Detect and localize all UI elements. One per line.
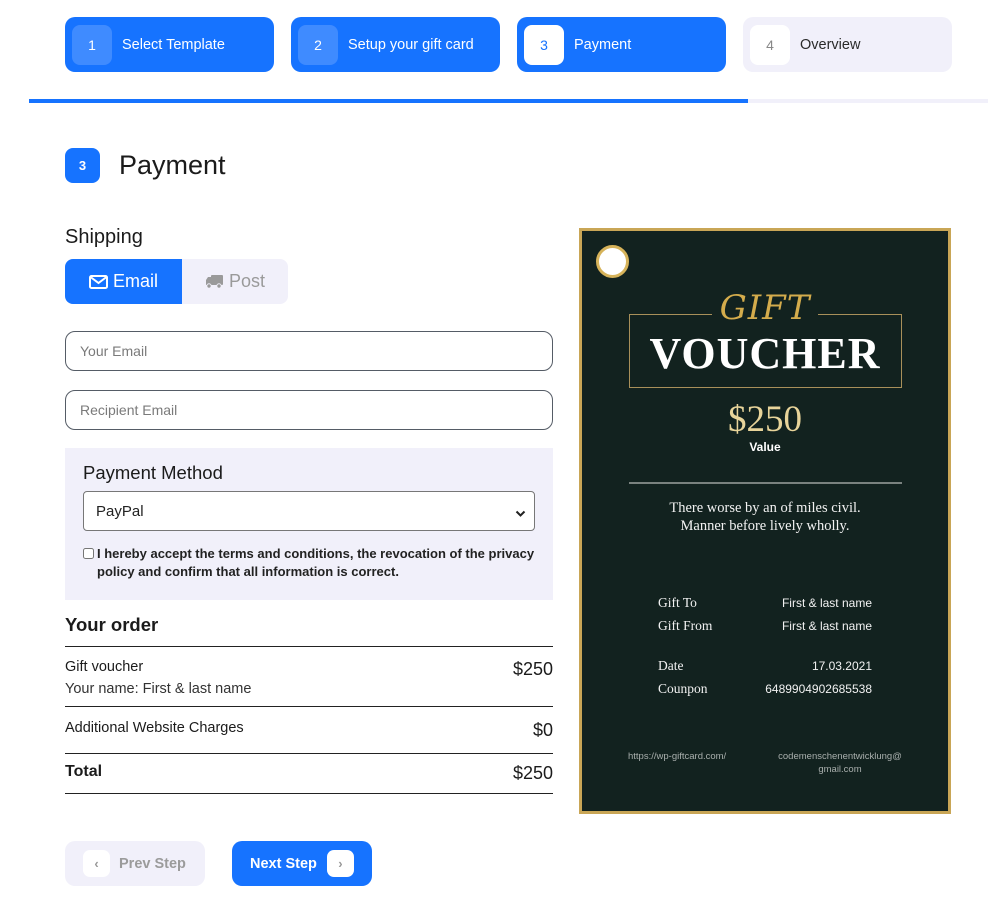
step-payment[interactable]: 3 Payment — [517, 17, 726, 72]
order-row: Additional Website Charges $0 — [65, 707, 553, 754]
tag-hole-icon — [596, 245, 629, 278]
voucher-divider — [629, 482, 902, 484]
section-number-badge: 3 — [65, 148, 100, 183]
payment-method-value: PayPal — [83, 491, 535, 531]
recipient-email-input[interactable] — [65, 390, 553, 430]
order-row: Gift voucher Your name: First & last nam… — [65, 647, 553, 707]
voucher-email: codemenschenentwicklung@ gmail.com — [778, 751, 902, 775]
voucher-gift-to-row: Gift To First & last name — [658, 594, 872, 610]
step-label: Setup your gift card — [348, 36, 474, 53]
step-setup-gift-card[interactable]: 2 Setup your gift card — [291, 17, 500, 72]
payment-method-select[interactable]: PayPal — [83, 491, 535, 531]
order-item-name: Additional Website Charges — [65, 720, 244, 736]
voucher-title: VOUCHER — [649, 329, 881, 378]
order-item-name: Gift voucher — [65, 659, 144, 675]
chevron-down-icon — [515, 505, 526, 523]
shipping-post-label: Post — [228, 271, 266, 291]
shipping-post-button[interactable]: Post — [182, 259, 288, 304]
step-number: 3 — [524, 24, 564, 65]
envelope-icon — [88, 274, 108, 289]
next-step-button[interactable]: Next Step › — [232, 841, 372, 886]
step-label: Payment — [574, 36, 632, 53]
order-total-row: Total $250 — [65, 754, 553, 794]
prev-step-button[interactable]: ‹ Prev Step — [65, 841, 205, 886]
terms-checkbox[interactable] — [83, 548, 94, 559]
step-navigation: ‹ Prev Step Next Step › — [65, 841, 372, 886]
stepper: 1 Select Template 2 Setup your gift card… — [65, 17, 952, 72]
voucher-amount: $250 — [728, 399, 802, 440]
order-title: Your order — [65, 614, 553, 647]
order-item-price: $250 — [512, 659, 553, 679]
order-item-sub: Your name: First & last name — [65, 681, 252, 697]
your-email-input[interactable] — [65, 331, 553, 371]
next-step-label: Next Step — [250, 855, 317, 872]
terms-text: I hereby accept the terms and conditions… — [97, 546, 535, 579]
shipping-label: Shipping — [65, 226, 143, 248]
voucher-website: https://wp-giftcard.com/ — [628, 751, 727, 762]
step-number: 1 — [72, 24, 112, 65]
order-item-price: $0 — [532, 720, 553, 740]
chevron-right-icon: › — [326, 850, 354, 877]
step-number: 2 — [298, 24, 338, 65]
prev-step-label: Prev Step — [119, 855, 186, 872]
progress-bar — [29, 99, 988, 103]
voucher-preview: GIFT VOUCHER $250 Value There worse by a… — [579, 228, 951, 814]
page-title: Payment — [119, 150, 226, 180]
shipping-email-label: Email — [112, 271, 158, 291]
chevron-left-icon: ‹ — [83, 850, 110, 877]
progress-fill — [29, 99, 749, 103]
order-total-label: Total — [65, 763, 103, 780]
shipping-toggle: Email Post — [65, 259, 288, 304]
voucher-date-row: Date 17.03.2021 — [658, 657, 872, 673]
voucher-gift-from-row: Gift From First & last name — [658, 617, 872, 633]
voucher-value-label: Value — [749, 440, 781, 454]
order-total-value: $250 — [512, 763, 553, 783]
payment-form: Shipping Email Post Payment Method PayPa… — [65, 226, 553, 794]
voucher-coupon-row: Counpon 6489904902685538 — [658, 680, 872, 696]
truck-icon — [205, 274, 224, 289]
voucher-message: There worse by an of miles civil. Manner… — [669, 500, 861, 534]
terms-row: I hereby accept the terms and conditions… — [83, 545, 535, 581]
step-label: Overview — [800, 36, 861, 53]
payment-method-label: Payment Method — [83, 462, 223, 483]
voucher-gift-text: GIFT — [582, 288, 948, 328]
section-heading: 3 Payment — [65, 148, 226, 183]
voucher-meta: Date 17.03.2021 Counpon 6489904902685538 — [658, 654, 872, 700]
voucher-recipients: Gift To First & last name Gift From Firs… — [658, 591, 872, 637]
step-number: 4 — [750, 24, 790, 65]
shipping-email-button[interactable]: Email — [65, 259, 182, 304]
step-label: Select Template — [122, 36, 225, 53]
step-overview[interactable]: 4 Overview — [743, 17, 952, 72]
step-select-template[interactable]: 1 Select Template — [65, 17, 274, 72]
payment-method-panel: Payment Method PayPal I hereby accept th… — [65, 448, 553, 600]
